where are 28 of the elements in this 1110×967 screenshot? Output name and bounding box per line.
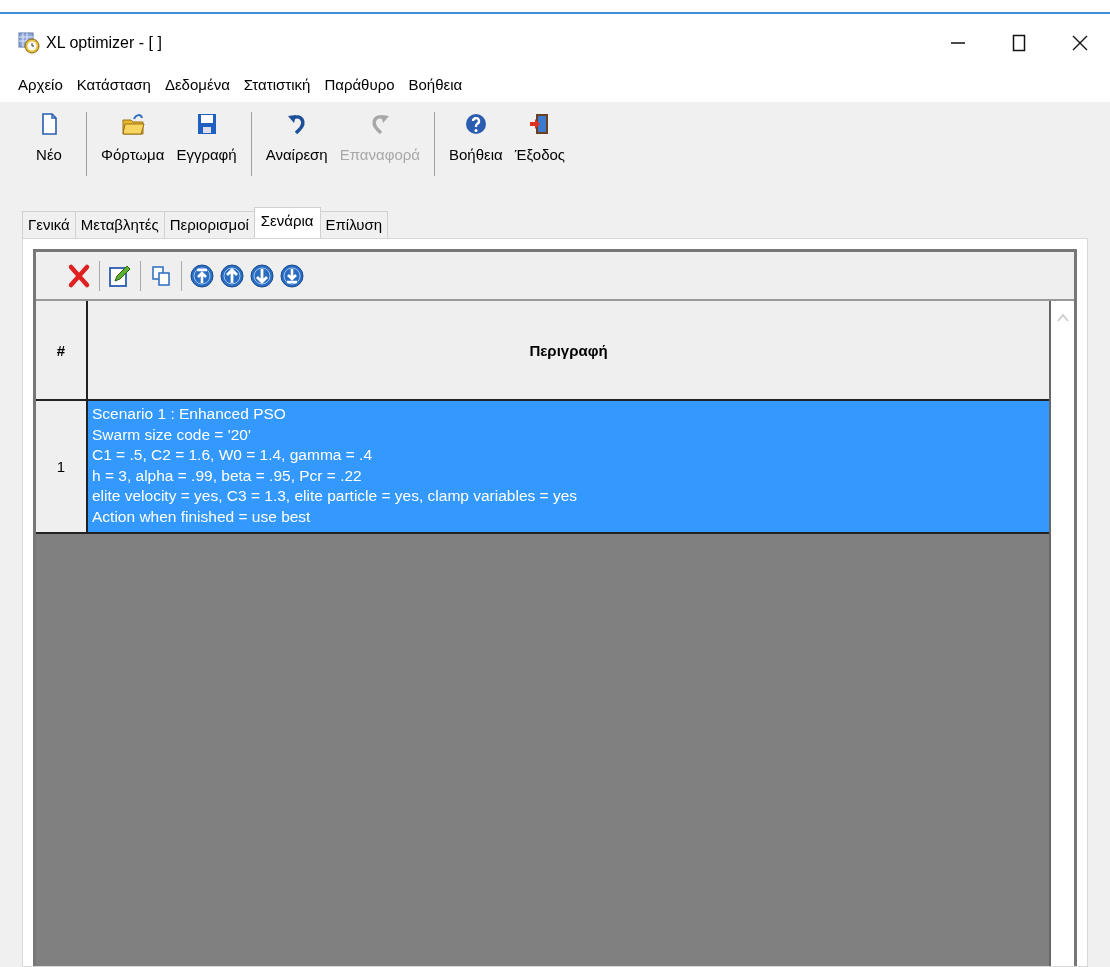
move-up-icon[interactable] [219,262,245,289]
window-title: XL optimizer - [ ] [46,34,163,52]
help-icon [463,112,488,136]
tab[interactable]: Σενάρια [253,207,321,238]
menu-item[interactable]: Στατιστική [243,76,311,98]
move-down-icon[interactable] [249,262,275,289]
vertical-scrollbar[interactable] [1049,301,1074,966]
move-last-icon[interactable] [279,262,305,289]
menu-item[interactable]: Αρχείο [18,76,63,98]
tab[interactable]: Γενικά [22,211,76,238]
menu-item[interactable]: Παράθυρο [324,76,395,98]
column-header: # [36,301,88,399]
app-clock-icon [18,32,40,54]
menu-item[interactable]: Βοήθεια [408,76,463,98]
folder-icon [120,112,145,136]
delete-icon[interactable] [66,262,92,289]
close-icon[interactable] [1070,33,1090,53]
toolbar-button[interactable]: Νέο [20,110,78,165]
menu-item[interactable]: Κατάσταση [76,76,151,98]
toolbar-button[interactable]: Φόρτωμα [95,110,171,165]
toolbar-button[interactable]: Βοήθεια [443,110,509,165]
move-first-icon[interactable] [189,262,215,289]
column-header: Περιγραφή [528,340,609,361]
toolbar-button[interactable]: Εγγραφή [170,110,243,165]
toolbar-button[interactable]: Αναίρεση [259,110,334,165]
toolbar-button[interactable]: Έξοδος [508,110,572,165]
menu-item[interactable]: Δεδομένα [164,76,230,98]
tab[interactable]: Επίλυση [319,211,389,238]
